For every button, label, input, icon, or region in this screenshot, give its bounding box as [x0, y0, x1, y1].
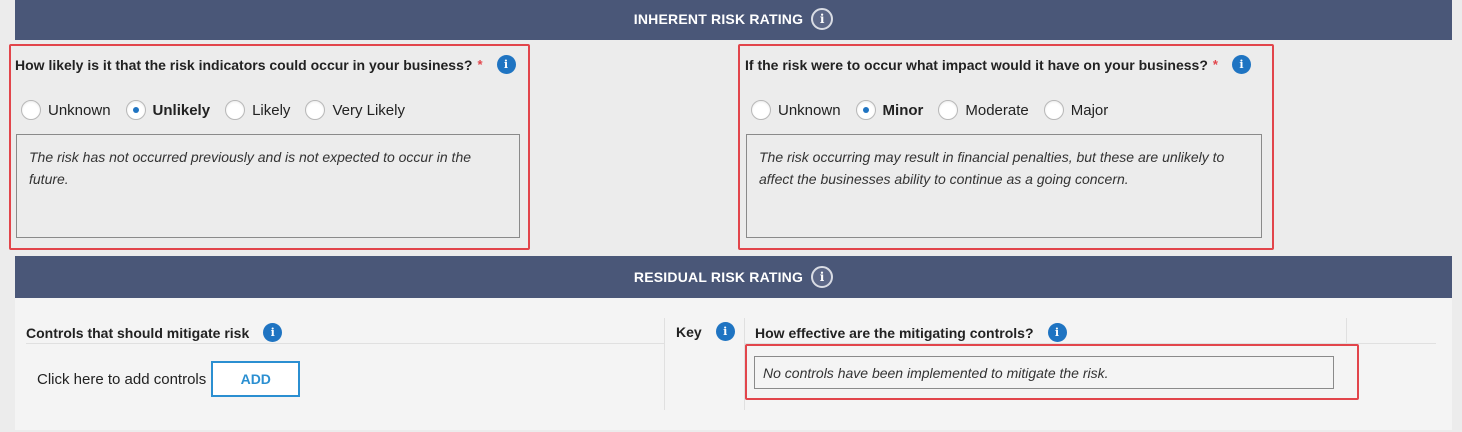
- radio-button[interactable]: [855, 100, 876, 120]
- radio-button[interactable]: [751, 100, 771, 120]
- impact-info-icon[interactable]: i: [1231, 55, 1251, 74]
- impact-options: Unknown Minor Moderate Major: [751, 100, 1123, 120]
- radio-label: Unknown: [48, 101, 111, 119]
- effectiveness-heading-text: How effective are the mitigating control…: [755, 324, 1034, 341]
- residual-info-icon[interactable]: i: [811, 266, 834, 288]
- radio-button[interactable]: [1043, 100, 1064, 120]
- impact-option-major[interactable]: Major: [1043, 100, 1109, 120]
- controls-heading: Controls that should mitigate risk i: [26, 323, 283, 342]
- radio-button[interactable]: [21, 100, 41, 120]
- radio-button[interactable]: [938, 100, 959, 120]
- likelihood-question: How likely is it that the risk indicator…: [15, 55, 516, 74]
- add-controls-button[interactable]: ADD: [211, 361, 301, 397]
- radio-label: Unlikely: [152, 101, 211, 119]
- add-controls-prompt: Click here to add controls: [37, 370, 207, 388]
- likelihood-description: The risk has not occurred previously and…: [16, 134, 520, 238]
- required-marker: *: [1212, 57, 1218, 72]
- radio-label: Very Likely: [332, 101, 405, 119]
- radio-label: Minor: [882, 101, 924, 119]
- residual-risk-header: RESIDUAL RISK RATING i: [15, 256, 1452, 298]
- key-info-icon[interactable]: i: [715, 322, 735, 341]
- mitigation-effectiveness-text: No controls have been implemented to mit…: [754, 356, 1334, 389]
- likelihood-option-very-likely[interactable]: Very Likely: [305, 100, 405, 120]
- radio-button[interactable]: [305, 100, 326, 120]
- inherent-info-icon[interactable]: i: [811, 8, 834, 30]
- radio-label: Moderate: [965, 101, 1029, 119]
- key-heading-text: Key: [676, 323, 702, 340]
- controls-heading-text: Controls that should mitigate risk: [26, 324, 250, 341]
- likelihood-option-unlikely[interactable]: Unlikely: [125, 100, 211, 120]
- impact-option-minor[interactable]: Minor: [855, 100, 924, 120]
- likelihood-question-text: How likely is it that the risk indicator…: [15, 56, 473, 73]
- divider: [1346, 318, 1347, 344]
- effectiveness-heading: How effective are the mitigating control…: [755, 323, 1067, 342]
- effectiveness-info-icon[interactable]: i: [1047, 323, 1067, 342]
- radio-button[interactable]: [125, 100, 146, 120]
- radio-label: Likely: [252, 101, 291, 119]
- divider: [26, 343, 664, 344]
- impact-question: If the risk were to occur what impact wo…: [745, 55, 1251, 74]
- impact-question-text: If the risk were to occur what impact wo…: [745, 56, 1208, 73]
- inherent-risk-title: INHERENT RISK RATING: [633, 11, 804, 27]
- residual-risk-title: RESIDUAL RISK RATING: [633, 269, 804, 285]
- add-controls-row: Click here to add controls ADD: [37, 361, 301, 397]
- impact-option-moderate[interactable]: Moderate: [938, 100, 1029, 120]
- divider: [664, 318, 665, 410]
- likelihood-option-likely[interactable]: Likely: [225, 100, 290, 120]
- radio-button[interactable]: [225, 100, 246, 120]
- radio-label: Unknown: [778, 101, 841, 119]
- likelihood-option-unknown[interactable]: Unknown: [21, 100, 111, 120]
- controls-info-icon[interactable]: i: [263, 323, 283, 342]
- radio-label: Major: [1070, 101, 1109, 119]
- required-marker: *: [477, 57, 483, 72]
- key-heading: Key i: [676, 322, 735, 341]
- inherent-risk-header: INHERENT RISK RATING i: [15, 0, 1452, 40]
- likelihood-options: Unknown Unlikely Likely Very Likely: [21, 100, 420, 120]
- likelihood-info-icon[interactable]: i: [496, 55, 516, 74]
- impact-description: The risk occurring may result in financi…: [746, 134, 1262, 238]
- impact-option-unknown[interactable]: Unknown: [751, 100, 841, 120]
